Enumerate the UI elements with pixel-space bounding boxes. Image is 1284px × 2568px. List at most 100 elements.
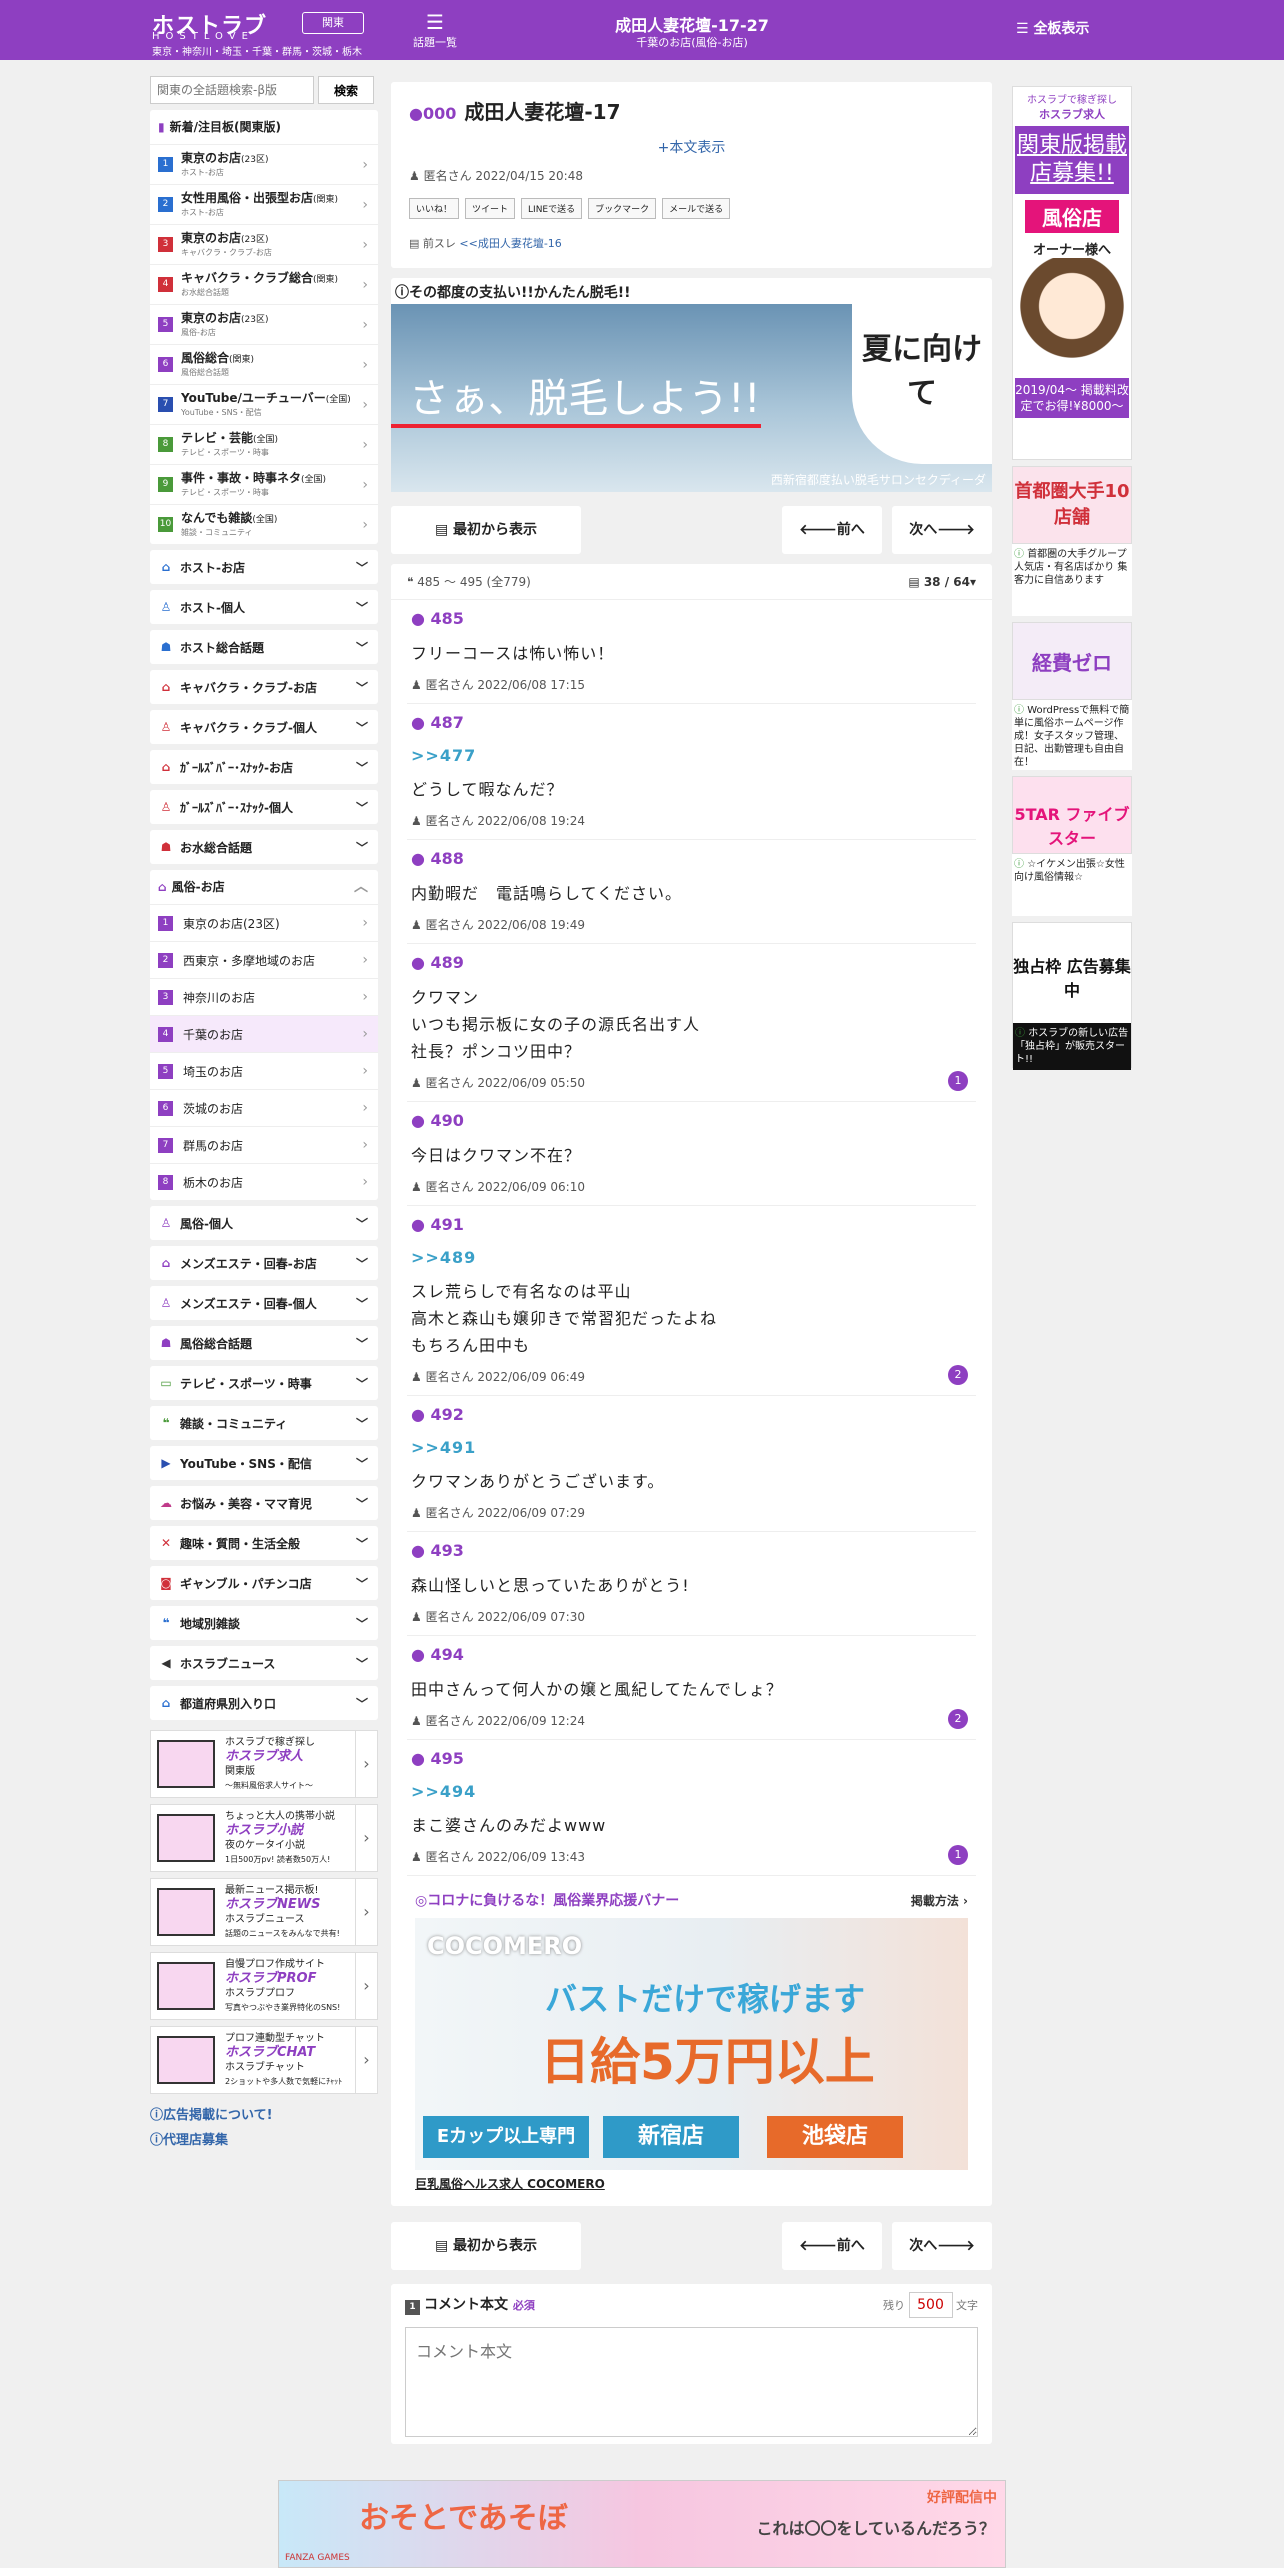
share-button[interactable]: LINEで送る [521,198,583,219]
category-fork-knife-icon[interactable]: ✕ 趣味・質問・生活全般 ﹀ [150,1526,378,1560]
category-comments-icon[interactable]: ❝ 地域別雑談 ﹀ [150,1606,378,1640]
next-page-button[interactable]: 次へ🡒 [892,2222,992,2270]
agency-link[interactable]: ⓘ代理店募集 [150,2129,378,2148]
show-body-link[interactable]: +本文表示 [409,137,974,157]
category-person-icon[interactable]: ♙ メンズエステ・回春-個人 ﹀ [150,1286,378,1320]
post-number[interactable]: ● 494 [411,1642,972,1668]
ranking-item[interactable]: 1 東京のお店(23区) ホスト-お店 › [150,144,378,184]
site-banner[interactable]: 最新ニュース掲示板! ホスラブNEWS ホスラブニュース 話題のニュースをみんな… [150,1878,378,1946]
category-group-icon[interactable]: ☗ 風俗総合話題 ﹀ [150,1326,378,1360]
post-number[interactable]: ● 489 [411,950,972,976]
category-home-icon[interactable]: ⌂ ｶﾞｰﾙｽﾞﾊﾞｰ･ｽﾅｯｸ-お店 ﹀ [150,750,378,784]
category-person-icon[interactable]: ♙ 風俗-個人 ﹀ [150,1206,378,1240]
first-page-button[interactable]: ▤ 最初から表示 [391,2222,581,2270]
ranking-item[interactable]: 6 風俗総合(関東) 風俗総合話題 › [150,344,378,384]
next-page-button[interactable]: 次へ🡒 [892,506,992,554]
reply-anchor[interactable]: >>489 [411,1248,972,1270]
post-number[interactable]: ● 487 [411,710,972,736]
ranking-item[interactable]: 5 東京のお店(23区) 風俗-お店 › [150,304,378,344]
prev-page-button[interactable]: 🡐前へ [782,2222,882,2270]
reply-count-badge[interactable]: 2 [948,1365,968,1385]
post: ● 491 >>489 スレ荒らしで有名なのは平山 高木と森山も嬢卯きで常習犯だっ… [407,1206,976,1396]
prev-thread-link[interactable]: <<成田人妻花壇-16 [459,237,561,250]
category-home-icon[interactable]: ⌂ メンズエステ・回春-お店 ﹀ [150,1246,378,1280]
item-number: 1 [158,915,173,931]
reply-anchor[interactable]: >>491 [411,1438,972,1460]
five-star-ad[interactable]: 5TAR ファイブスター ⓘ ☆イケメン出張☆女性向け風俗情報☆ [1012,776,1132,916]
page-selector[interactable]: ▤ 38 / 64▾ [908,564,976,600]
category-tv-icon[interactable]: ▭ テレビ・スポーツ・時事 ﹀ [150,1366,378,1400]
ranking-item[interactable]: 8 テレビ・芸能(全国) テレビ・スポーツ・時事 › [150,424,378,464]
fuzoku-shop-item[interactable]: 2 西東京・多摩地域のお店 › [150,941,378,978]
topics-list-button[interactable]: ☰ 話題一覧 [412,10,458,50]
category-group-icon[interactable]: ☗ お水総合話題 ﹀ [150,830,378,864]
cocomero-ad[interactable]: COCOMERO バストだけで稼げます 日給5万円以上 Eカップ以上専門 新宿店… [415,1918,968,2170]
search-input[interactable] [150,76,314,104]
post-number[interactable]: ● 492 [411,1402,972,1428]
category-home-icon[interactable]: ⌂ キャバクラ・クラブ-お店 ﹀ [150,670,378,704]
reply-count-badge[interactable]: 1 [948,1845,968,1865]
category-home-icon[interactable]: ⌂ ホスト-お店 ﹀ [150,550,378,584]
site-banner[interactable]: 自慢プロフ作成サイト ホスラブPROF ホスラブプロフ 写真やつぶやき業界特化の… [150,1952,378,2020]
fuzoku-shop-item[interactable]: 7 群馬のお店 › [150,1126,378,1163]
post-number[interactable]: ● 490 [411,1108,972,1134]
comment-textarea[interactable] [405,2327,978,2437]
category-home-icon[interactable]: ⌂ 都道府県別入り口 ﹀ [150,1686,378,1720]
fuzoku-shop-item[interactable]: 5 埼玉のお店 › [150,1052,378,1089]
prev-page-button[interactable]: 🡐前へ [782,506,882,554]
category-person-icon[interactable]: ♙ キャバクラ・クラブ-個人 ﹀ [150,710,378,744]
category-person-icon[interactable]: ♙ ｶﾞｰﾙｽﾞﾊﾞｰ･ｽﾅｯｸ-個人 ﹀ [150,790,378,824]
all-boards-button[interactable]: ☰ 全板表示 [1016,18,1089,38]
footer-game-ad[interactable]: おそとであそぼ 好評配信中 これは〇〇をしているんだろう？ FANZA GAME… [278,2480,1006,2568]
hair-removal-ad[interactable]: ⓘその都度の支払い!!かんたん脱毛!! さぁ、脱毛しよう!! 夏に向けて 西新宿… [391,278,992,492]
ranking-item[interactable]: 2 女性用風俗・出張型お店(関東) ホスト-お店 › [150,184,378,224]
region-button[interactable]: 関東 [302,12,364,34]
category-person-icon[interactable]: ♙ ホスト-個人 ﹀ [150,590,378,624]
category-cloud-icon[interactable]: ☁ お悩み・美容・ママ育児 ﹀ [150,1486,378,1520]
reply-anchor[interactable]: >>494 [411,1782,972,1804]
share-button[interactable]: メールで送る [662,198,731,219]
reply-count-badge[interactable]: 1 [948,1071,968,1091]
ranking-item[interactable]: 3 東京のお店(23区) キャバクラ・クラブ-お店 › [150,224,378,264]
fuzoku-shop-header[interactable]: ⌂ 風俗-お店 ︿ [150,870,378,904]
category-youtube-icon[interactable]: ▶ YouTube・SNS・配信 ﹀ [150,1446,378,1480]
first-page-button[interactable]: ▤ 最初から表示 [391,506,581,554]
fuzoku-shop-item[interactable]: 8 栃木のお店 › [150,1163,378,1200]
category-chat-icon[interactable]: ❝ 雑談・コミュニティ ﹀ [150,1406,378,1440]
reply-anchor[interactable]: >>477 [411,746,972,768]
category-money-icon[interactable]: ◙ ギャンブル・パチンコ店 ﹀ [150,1566,378,1600]
post-number[interactable]: ● 491 [411,1212,972,1238]
ranking-item[interactable]: 9 事件・事故・時事ネタ(全国) テレビ・スポーツ・時事 › [150,464,378,504]
ranking-item[interactable]: 7 YouTube/ユーチューバー(全国) YouTube・SNS・配信 › [150,384,378,424]
category-megaphone-icon[interactable]: ◀ ホスラブニュース ﹀ [150,1646,378,1680]
share-button[interactable]: ツイート [465,198,516,219]
post-number[interactable]: ● 485 [411,606,972,632]
comments-icon: ❝ [162,1616,170,1630]
fuzoku-shop-item[interactable]: 4 千葉のお店 › [150,1015,378,1052]
wordpress-ad[interactable]: 経費ゼロ ⓘ WordPressで無料で簡単に風俗ホームページ作成！女子スタッフ… [1012,622,1132,770]
share-button[interactable]: ブックマーク [588,198,657,219]
category-group-icon[interactable]: ☗ ホスト総合話題 ﹀ [150,630,378,664]
post-number[interactable]: ● 488 [411,846,972,872]
info-icon: ⓘ [150,2133,164,2148]
job-ad-kanto[interactable]: ホスラブで稼ぎ探し ホスラブ求人 関東版掲載店募集!! 風俗店 オーナー様へ 2… [1012,86,1132,460]
exclusive-ad[interactable]: 独占枠 広告募集中 ⓘ ホスラブの新しい広告「独占枠」が販売スタート!! [1012,922,1132,1070]
post-number[interactable]: ● 493 [411,1538,972,1564]
site-banner[interactable]: ホスラブで稼ぎ探し ホスラブ求人 関東版 〜無料風俗求人サイト〜 › [150,1730,378,1798]
fuzoku-shop-item[interactable]: 3 神奈川のお店 › [150,978,378,1015]
search-button[interactable]: 検索 [318,76,374,104]
ad-info-link[interactable]: ⓘ広告掲載について! [150,2104,378,2123]
post-number[interactable]: ● 495 [411,1746,972,1772]
share-button[interactable]: いいね！ [409,198,460,219]
reply-count-badge[interactable]: 2 [948,1709,968,1729]
group-ad[interactable]: 首都圏大手10店舗 ⓘ 首都圏の大手グループ 人気店・有名店ばかり 集客力に自信… [1012,466,1132,616]
listing-method-link[interactable]: 掲載方法 › [911,1888,968,1914]
site-banner[interactable]: プロフ連動型チャット ホスラブCHAT ホスラブチャット 2ショットや多人数で気… [150,2026,378,2094]
cocomero-link[interactable]: 巨乳風俗ヘルス求人 COCOMERO [415,2170,968,2198]
fuzoku-shop-item[interactable]: 1 東京のお店(23区) › [150,904,378,941]
fuzoku-shop-item[interactable]: 6 茨城のお店 › [150,1089,378,1126]
ranking-item[interactable]: 10 なんでも雑談(全国) 雑談・コミュニティ › [150,504,378,544]
site-banner[interactable]: ちょっと大人の携帯小説 ホスラブ小説 夜のケータイ小説 1日500万pv! 読者… [150,1804,378,1872]
person-icon: ♙ [160,800,172,814]
ranking-item[interactable]: 4 キャバクラ・クラブ総合(関東) お水総合話題 › [150,264,378,304]
